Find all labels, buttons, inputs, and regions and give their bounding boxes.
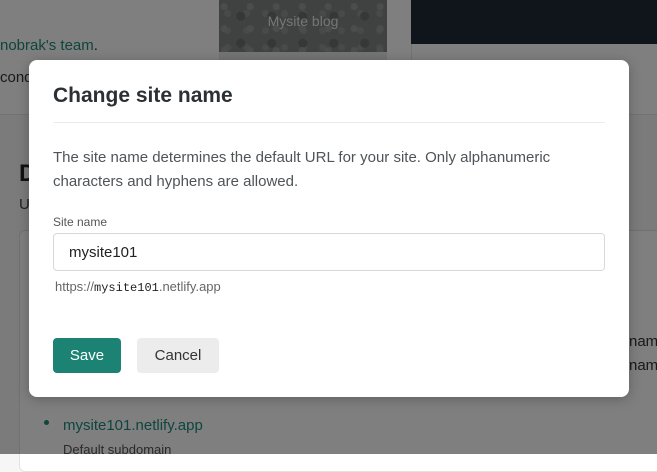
site-name-label: Site name (53, 215, 108, 229)
dialog-divider (53, 122, 605, 123)
site-name-input[interactable] (53, 233, 605, 271)
url-preview: https://mysite101.netlify.app (55, 279, 221, 295)
dialog-title: Change site name (53, 84, 233, 107)
dialog-description: The site name determines the default URL… (53, 149, 551, 190)
cancel-button[interactable]: Cancel (137, 338, 219, 373)
change-site-name-dialog: Change site name The site name determine… (29, 60, 629, 397)
save-button[interactable]: Save (53, 338, 121, 373)
url-suffix: .netlify.app (158, 279, 221, 294)
url-site-name: mysite101 (94, 281, 159, 295)
url-prefix: https:// (55, 279, 95, 294)
